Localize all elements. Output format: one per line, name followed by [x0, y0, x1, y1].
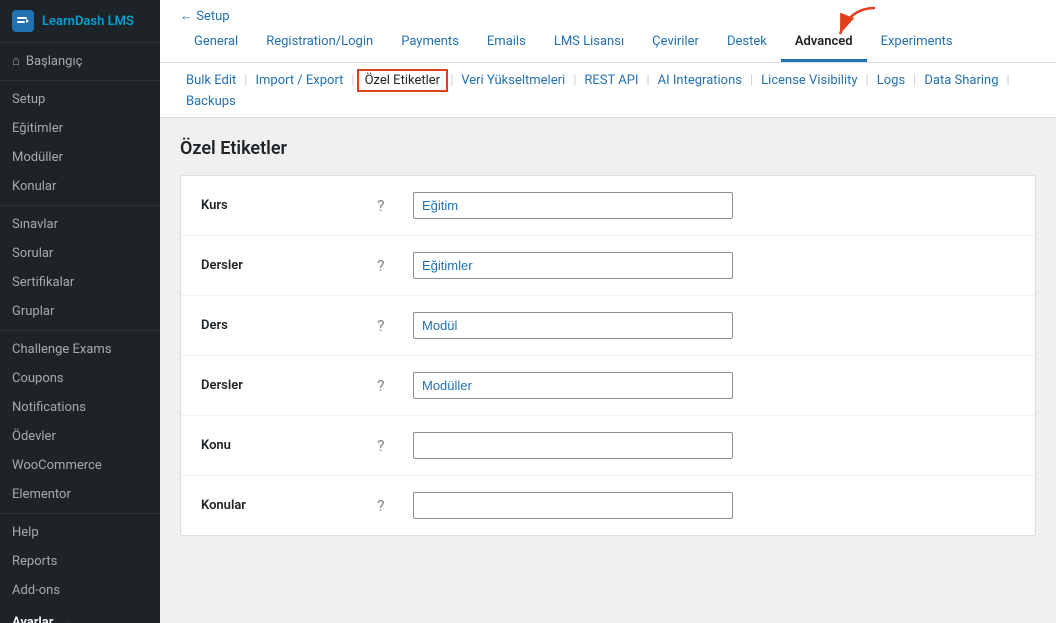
form-row-dersler1: Dersler ?	[181, 236, 1035, 296]
subtab-import-export[interactable]: Import / Export	[249, 71, 349, 90]
help-icon-kurs[interactable]: ?	[377, 192, 397, 215]
form-row-konu: Konu ?	[181, 416, 1035, 476]
sidebar-item-help[interactable]: Help	[0, 518, 160, 547]
subtab-sep-7: |	[864, 73, 871, 88]
field-input-wrap-dersler1	[413, 252, 1015, 279]
tab-advanced[interactable]: Advanced	[781, 24, 867, 62]
field-label-dersler1: Dersler	[201, 252, 361, 273]
subtab-backups[interactable]: Backups	[180, 92, 242, 111]
subtab-sep-6: |	[748, 73, 755, 88]
field-input-wrap-kurs	[413, 192, 1015, 219]
sidebar-item-add-ons[interactable]: Add-ons	[0, 576, 160, 605]
home-icon: ⌂	[12, 53, 20, 69]
sidebar-item-notifications[interactable]: Notifications	[0, 393, 160, 422]
field-label-ders: Ders	[201, 312, 361, 333]
field-input-konular[interactable]	[413, 492, 733, 519]
form-row-kurs: Kurs ?	[181, 176, 1035, 236]
field-input-wrap-konu	[413, 432, 1015, 459]
tab-emails[interactable]: Emails	[473, 24, 540, 62]
help-icon-dersler2[interactable]: ?	[377, 372, 397, 395]
sidebar-header: LearnDash LMS	[0, 0, 160, 43]
field-input-wrap-dersler2	[413, 372, 1015, 399]
ayarlar-arrow-icon: ←	[63, 612, 79, 623]
sidebar-item-odevler[interactable]: Ödevler	[0, 422, 160, 451]
sidebar-item-setup[interactable]: Setup	[0, 85, 160, 114]
sidebar-item-coupons[interactable]: Coupons	[0, 364, 160, 393]
main-tab-row: General Registration/Login Payments Emai…	[180, 24, 1036, 62]
sidebar-item-egitimler[interactable]: Eğitimler	[0, 114, 160, 143]
main-content: ← Setup General Registration/Login	[160, 0, 1056, 623]
sidebar-item-baslangic[interactable]: ⌂ Başlangıç	[0, 43, 160, 76]
page-title: Özel Etiketler	[180, 138, 1036, 159]
subtab-logs[interactable]: Logs	[871, 71, 911, 90]
field-label-kurs: Kurs	[201, 192, 361, 213]
subtab-sep-2: |	[349, 73, 356, 88]
subtab-sep-3: |	[448, 73, 455, 88]
tab-lms-lisansi[interactable]: LMS Lisansı	[540, 24, 638, 62]
sidebar-item-woocommerce[interactable]: WooCommerce	[0, 451, 160, 480]
page-content: Özel Etiketler Kurs ? Dersler ? Ders	[160, 118, 1056, 623]
subtab-bulk-edit[interactable]: Bulk Edit	[180, 71, 242, 90]
help-icon-konu[interactable]: ?	[377, 432, 397, 455]
subtab-data-sharing[interactable]: Data Sharing	[918, 71, 1004, 90]
form-card: Kurs ? Dersler ? Ders ?	[180, 175, 1036, 536]
field-label-dersler2: Dersler	[201, 372, 361, 393]
help-icon-konular[interactable]: ?	[377, 492, 397, 515]
subtab-rest-api[interactable]: REST API	[578, 71, 644, 90]
subtab-sep-5: |	[644, 73, 651, 88]
sidebar-item-sorular[interactable]: Sorular	[0, 239, 160, 268]
sidebar: LearnDash LMS ⌂ Başlangıç Setup Eğitimle…	[0, 0, 160, 623]
sidebar-item-konular[interactable]: Konular	[0, 172, 160, 201]
setup-back-link[interactable]: ← Setup	[180, 0, 1036, 24]
tab-destek[interactable]: Destek	[713, 24, 781, 62]
subtab-ai-integrations[interactable]: AI Integrations	[652, 71, 748, 90]
learndash-logo-icon	[12, 10, 34, 32]
tab-ceviriler[interactable]: Çeviriler	[638, 24, 713, 62]
field-label-konu: Konu	[201, 432, 361, 453]
field-label-konular: Konular	[201, 492, 361, 513]
sidebar-item-reports[interactable]: Reports	[0, 547, 160, 576]
subtab-veri-yukseltmeleri[interactable]: Veri Yükseltmeleri	[455, 71, 571, 90]
subtab-sep-9: |	[1005, 73, 1012, 88]
field-input-kurs[interactable]	[413, 192, 733, 219]
field-input-konu[interactable]	[413, 432, 733, 459]
sidebar-item-moduller[interactable]: Modüller	[0, 143, 160, 172]
top-navigation: ← Setup General Registration/Login	[160, 0, 1056, 63]
sidebar-item-challenge-exams[interactable]: Challenge Exams	[0, 335, 160, 364]
tab-registration[interactable]: Registration/Login	[252, 24, 387, 62]
field-input-dersler2[interactable]	[413, 372, 733, 399]
form-row-ders: Ders ?	[181, 296, 1035, 356]
form-row-dersler2: Dersler ?	[181, 356, 1035, 416]
subtab-sep-1: |	[242, 73, 249, 88]
sidebar-item-sinavlar[interactable]: Sınavlar	[0, 210, 160, 239]
subtab-license-visibility[interactable]: License Visibility	[755, 71, 863, 90]
field-input-wrap-konular	[413, 492, 1015, 519]
sidebar-item-sertifikalar[interactable]: Sertifikalar	[0, 268, 160, 297]
field-input-dersler1[interactable]	[413, 252, 733, 279]
tab-general[interactable]: General	[180, 24, 252, 62]
sidebar-brand: LearnDash LMS	[42, 14, 134, 29]
form-row-konular: Konular ?	[181, 476, 1035, 535]
subtab-sep-8: |	[911, 73, 918, 88]
sidebar-item-ayarlar[interactable]: Ayarlar ←	[0, 605, 160, 623]
tab-payments[interactable]: Payments	[387, 24, 473, 62]
subtab-ozel-etiketler[interactable]: Özel Etiketler	[357, 69, 448, 92]
sidebar-item-elementor[interactable]: Elementor	[0, 480, 160, 509]
field-input-wrap-ders	[413, 312, 1015, 339]
tab-experiments[interactable]: Experiments	[867, 24, 967, 62]
sidebar-item-gruplar[interactable]: Gruplar	[0, 297, 160, 326]
field-input-ders[interactable]	[413, 312, 733, 339]
help-icon-dersler1[interactable]: ?	[377, 252, 397, 275]
subtab-sep-4: |	[571, 73, 578, 88]
help-icon-ders[interactable]: ?	[377, 312, 397, 335]
subtab-row: Bulk Edit | Import / Export | Özel Etike…	[160, 63, 1056, 118]
